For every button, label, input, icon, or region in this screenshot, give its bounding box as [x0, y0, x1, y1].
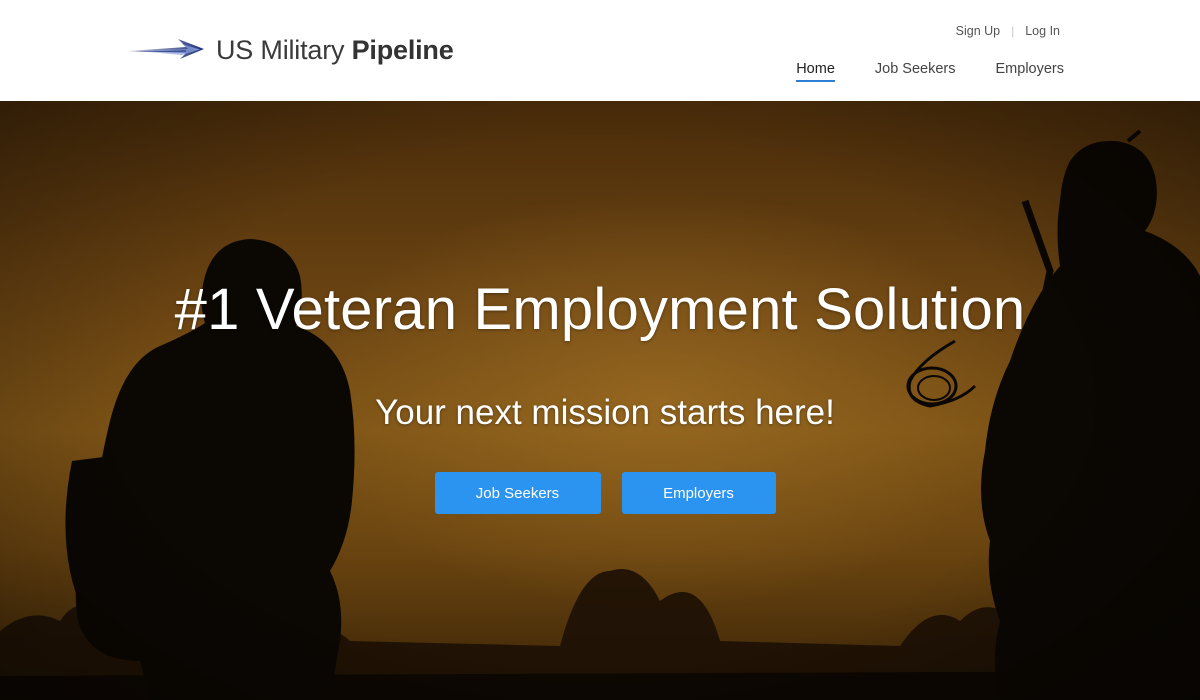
- arrow-logo-icon: [126, 39, 204, 59]
- brand-name-bold: Pipeline: [351, 34, 454, 65]
- job-seekers-button[interactable]: Job Seekers: [434, 472, 601, 514]
- hero-cta-group: Job Seekers Employers: [0, 472, 1200, 514]
- brand-name: US Military Pipeline: [216, 35, 454, 66]
- employers-button[interactable]: Employers: [621, 472, 776, 514]
- log-in-link[interactable]: Log In: [1025, 24, 1060, 38]
- hero-title: #1 Veteran Employment Solution: [174, 277, 1026, 342]
- site-header: US Military Pipeline Sign Up | Log In Ho…: [0, 0, 1200, 101]
- hero-content: #1 Veteran Employment Solution Your next…: [0, 101, 1200, 700]
- auth-links: Sign Up | Log In: [956, 24, 1060, 38]
- hero-subtitle: Your next mission starts here!: [375, 393, 835, 432]
- hero-banner: #1 Veteran Employment Solution Your next…: [0, 101, 1200, 700]
- brand-name-light: US Military: [216, 34, 352, 65]
- nav-employers[interactable]: Employers: [996, 61, 1065, 82]
- auth-separator: |: [1011, 24, 1015, 38]
- sign-up-link[interactable]: Sign Up: [956, 24, 1000, 38]
- site-logo[interactable]: US Military Pipeline: [126, 30, 454, 70]
- nav-job-seekers[interactable]: Job Seekers: [875, 61, 956, 82]
- nav-home[interactable]: Home: [796, 61, 835, 82]
- main-nav: Home Job Seekers Employers: [796, 61, 1064, 82]
